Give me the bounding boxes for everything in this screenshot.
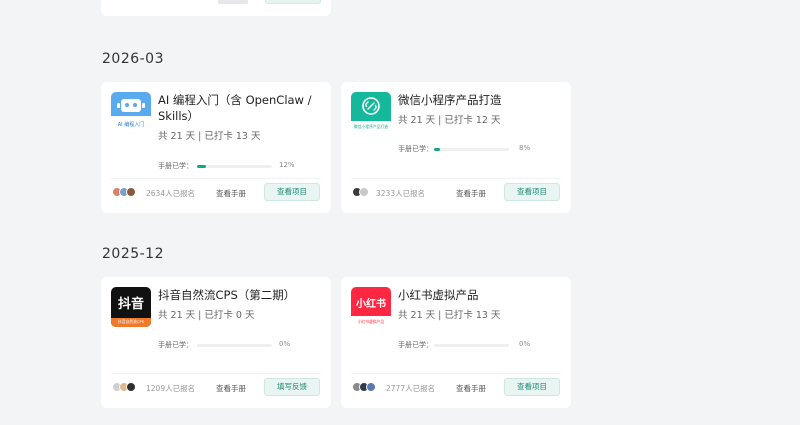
progress-bar [197,344,272,347]
progress-percent: 12% [279,161,295,169]
view-manual-link[interactable]: 查看手册 [216,188,246,199]
submit-feedback-button[interactable]: 填写反馈 [264,378,320,396]
avatar-group [352,187,369,198]
douyin-thumbnail: 抖音 抖音自然流CPS [111,287,151,327]
enrolled-count: 3233人已报名 [376,189,426,198]
project-meta: 共 21 天 | 已打卡 0 天 [158,310,255,321]
progress-bar [197,165,272,168]
project-meta: 共 21 天 | 已打卡 13 天 [158,131,261,142]
view-project-button[interactable]: 查看项目 [504,378,560,396]
partial-button[interactable] [265,0,321,4]
partial-text [218,0,248,4]
view-manual-link[interactable]: 查看手册 [456,383,486,394]
ai-coding-thumbnail-label: AI 编程入门 [117,122,145,128]
enrolled-count: 2777人已报名 [386,384,436,393]
project-card-douyin-cps[interactable]: 抖音 抖音自然流CPS 抖音自然流CPS（第二期） 共 21 天 | 已打卡 0… [101,277,331,408]
enrolled-count: 1209人已报名 [146,384,196,393]
card-divider [111,178,321,179]
avatar-group [112,382,136,393]
avatar-group [352,382,376,393]
ai-coding-thumbnail: AI 编程入门 [111,92,151,132]
xiaohongshu-thumbnail: 小红书 小红书虚拟产品 [351,287,391,327]
section-title-2026-03: 2026-03 [102,51,164,67]
wechat-thumbnail-label: 微信小程序产品打造 [353,124,389,129]
view-project-button[interactable]: 查看项目 [504,183,560,201]
progress-percent: 8% [519,144,531,152]
view-project-button[interactable]: 查看项目 [264,183,320,201]
progress-bar [434,148,509,151]
view-manual-link[interactable]: 查看手册 [216,383,246,394]
card-divider [111,373,321,374]
avatar-group [112,187,136,198]
card-divider [351,178,561,179]
wechat-miniprogram-thumbnail: 微信小程序产品打造 [351,92,391,132]
section-title-2025-12: 2025-12 [102,246,164,262]
progress-bar [434,344,509,347]
avatar [366,382,376,392]
avatar [126,382,136,392]
progress-label: 手册已学： [398,341,433,349]
project-title[interactable]: 抖音自然流CPS（第二期） [158,287,323,303]
xiaohongshu-thumbnail-logo-text: 小红书 [356,299,386,310]
progress-label: 手册已学： [158,341,193,349]
enrolled-count: 2634人已报名 [146,189,196,198]
card-divider [351,373,561,374]
progress-fill [197,165,206,168]
progress-percent: 0% [519,340,531,348]
project-card-ai-coding[interactable]: AI 编程入门 AI 编程入门（含 OpenClaw / Skills） 共 2… [101,82,331,213]
view-manual-link[interactable]: 查看手册 [456,188,486,199]
project-title[interactable]: 小红书虚拟产品 [398,287,563,303]
douyin-thumbnail-logo-text: 抖音 [117,297,144,312]
project-meta: 共 21 天 | 已打卡 13 天 [398,310,501,321]
progress-label: 手册已学： [398,145,433,153]
douyin-thumbnail-label: 抖音自然流CPS [117,319,145,324]
project-title[interactable]: 微信小程序产品打造 [398,92,563,108]
project-meta: 共 21 天 | 已打卡 12 天 [398,115,501,126]
avatar [359,187,369,197]
project-card-xiaohongshu[interactable]: 小红书 小红书虚拟产品 小红书虚拟产品 共 21 天 | 已打卡 13 天 手册… [341,277,571,408]
avatar [126,187,136,197]
progress-label: 手册已学： [158,162,193,170]
project-card-partial [101,0,331,16]
xiaohongshu-thumbnail-label: 小红书虚拟产品 [357,319,385,324]
progress-fill [434,148,440,151]
project-card-wechat-miniprogram[interactable]: 微信小程序产品打造 微信小程序产品打造 共 21 天 | 已打卡 12 天 手册… [341,82,571,213]
project-title[interactable]: AI 编程入门（含 OpenClaw / Skills） [158,92,323,124]
progress-percent: 0% [279,340,291,348]
